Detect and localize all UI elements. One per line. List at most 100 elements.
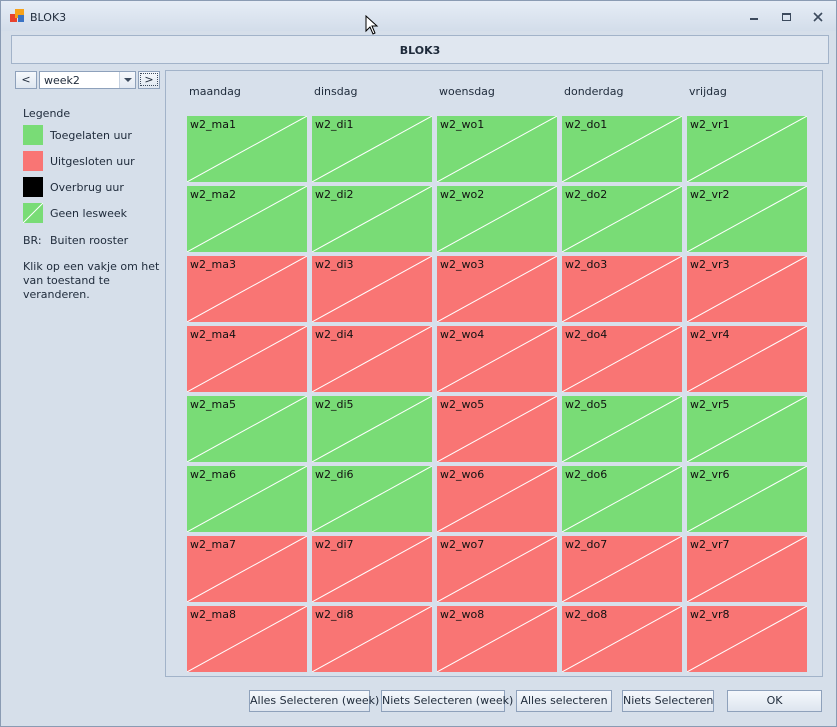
dialog-window: BLOK3 BLOK3 < week2 > Legende Toegelaten…: [0, 0, 837, 727]
schedule-cell[interactable]: w2_ma6: [187, 466, 307, 532]
select-none-week-button[interactable]: Niets Selecteren (week): [381, 690, 513, 712]
schedule-cell[interactable]: w2_ma8: [187, 606, 307, 672]
close-button[interactable]: [807, 8, 829, 26]
schedule-cell[interactable]: w2_vr4: [687, 326, 807, 392]
schedule-cell[interactable]: w2_do5: [562, 396, 682, 462]
schedule-cell[interactable]: w2_wo2: [437, 186, 557, 252]
schedule-cell-label: w2_wo1: [440, 118, 485, 131]
schedule-cell[interactable]: w2_di2: [312, 186, 432, 252]
schedule-cell[interactable]: w2_wo5: [437, 396, 557, 462]
schedule-cell[interactable]: w2_ma3: [187, 256, 307, 322]
schedule-cell[interactable]: w2_do1: [562, 116, 682, 182]
schedule-cell[interactable]: w2_do7: [562, 536, 682, 602]
select-none-button[interactable]: Niets Selecteren: [622, 690, 714, 712]
schedule-cell[interactable]: w2_do2: [562, 186, 682, 252]
next-week-label: >: [140, 73, 158, 86]
legend-br-key: BR:: [23, 234, 42, 247]
legend-swatch-allowed: [23, 125, 43, 145]
day-header-dinsdag: dinsdag: [314, 85, 358, 98]
schedule-cell-label: w2_ma3: [190, 258, 236, 271]
schedule-cell[interactable]: w2_di4: [312, 326, 432, 392]
select-all-week-button[interactable]: Alles Selecteren (week): [249, 690, 379, 712]
schedule-cell-label: w2_wo8: [440, 608, 485, 621]
schedule-cell-label: w2_di2: [315, 188, 354, 201]
legend-swatch-bridge: [23, 177, 43, 197]
schedule-cell-label: w2_ma5: [190, 398, 236, 411]
schedule-cell-label: w2_di3: [315, 258, 354, 271]
schedule-cell-label: w2_vr6: [690, 468, 730, 481]
schedule-cell[interactable]: w2_di1: [312, 116, 432, 182]
legend-label-excluded: Uitgesloten uur: [50, 155, 135, 168]
schedule-cell-label: w2_do7: [565, 538, 608, 551]
schedule-cell[interactable]: w2_di8: [312, 606, 432, 672]
schedule-cell[interactable]: w2_wo8: [437, 606, 557, 672]
schedule-cell[interactable]: w2_ma7: [187, 536, 307, 602]
schedule-cell[interactable]: w2_vr1: [687, 116, 807, 182]
ok-button[interactable]: OK: [727, 690, 822, 712]
schedule-cell-label: w2_di1: [315, 118, 354, 131]
maximize-button[interactable]: [775, 8, 797, 26]
schedule-cell[interactable]: w2_do8: [562, 606, 682, 672]
day-header-maandag: maandag: [189, 85, 241, 98]
schedule-cell[interactable]: w2_ma2: [187, 186, 307, 252]
schedule-cell-label: w2_do1: [565, 118, 608, 131]
schedule-cell-label: w2_ma4: [190, 328, 236, 341]
schedule-cell[interactable]: w2_di7: [312, 536, 432, 602]
legend-item-no-lesson-week: Geen lesweek: [22, 202, 163, 224]
schedule-cell[interactable]: w2_vr5: [687, 396, 807, 462]
schedule-cell[interactable]: w2_wo3: [437, 256, 557, 322]
schedule-cell[interactable]: w2_ma4: [187, 326, 307, 392]
schedule-cell[interactable]: w2_wo6: [437, 466, 557, 532]
previous-week-button[interactable]: <: [15, 71, 37, 89]
schedule-cell[interactable]: w2_vr2: [687, 186, 807, 252]
legend-label-allowed: Toegelaten uur: [50, 129, 132, 142]
schedule-cell-label: w2_vr8: [690, 608, 730, 621]
next-week-button[interactable]: >: [138, 71, 160, 89]
help-text: Klik op een vakje om het van toestand te…: [23, 260, 160, 301]
day-header-vrijdag: vrijdag: [689, 85, 727, 98]
schedule-cell-label: w2_do4: [565, 328, 608, 341]
legend-title: Legende: [23, 107, 71, 120]
mouse-cursor-icon: [365, 15, 379, 35]
schedule-cell[interactable]: w2_vr3: [687, 256, 807, 322]
schedule-cell[interactable]: w2_di6: [312, 466, 432, 532]
schedule-cell-label: w2_wo5: [440, 398, 485, 411]
schedule-cell-label: w2_vr7: [690, 538, 730, 551]
select-all-button[interactable]: Alles selecteren: [516, 690, 612, 712]
schedule-cell[interactable]: w2_wo1: [437, 116, 557, 182]
schedule-cell-label: w2_vr4: [690, 328, 730, 341]
schedule-cell[interactable]: w2_ma1: [187, 116, 307, 182]
schedule-cell[interactable]: w2_do3: [562, 256, 682, 322]
minimize-button[interactable]: [743, 8, 765, 26]
schedule-cell[interactable]: w2_do6: [562, 466, 682, 532]
schedule-cell-label: w2_do5: [565, 398, 608, 411]
day-header-woensdag: woensdag: [439, 85, 495, 98]
schedule-cell-label: w2_ma2: [190, 188, 236, 201]
schedule-cell-label: w2_vr3: [690, 258, 730, 271]
week-dropdown-value: week2: [44, 74, 80, 87]
window-title: BLOK3: [30, 11, 67, 24]
schedule-cell-label: w2_di8: [315, 608, 354, 621]
maximize-icon: [781, 13, 791, 21]
schedule-cell[interactable]: w2_do4: [562, 326, 682, 392]
schedule-cell-label: w2_di7: [315, 538, 354, 551]
schedule-cell-label: w2_vr2: [690, 188, 730, 201]
chevron-down-icon[interactable]: [119, 72, 135, 88]
schedule-cell[interactable]: w2_vr8: [687, 606, 807, 672]
schedule-cell[interactable]: w2_ma5: [187, 396, 307, 462]
schedule-cell[interactable]: w2_wo7: [437, 536, 557, 602]
schedule-cell-label: w2_ma8: [190, 608, 236, 621]
schedule-cell[interactable]: w2_vr6: [687, 466, 807, 532]
app-logo-icon: [10, 9, 26, 23]
legend-label-no-lesson-week: Geen lesweek: [50, 207, 127, 220]
schedule-cell[interactable]: w2_di5: [312, 396, 432, 462]
schedule-cell-label: w2_di4: [315, 328, 354, 341]
schedule-cell[interactable]: w2_di3: [312, 256, 432, 322]
day-header-donderdag: donderdag: [564, 85, 624, 98]
title-bar[interactable]: BLOK3: [1, 1, 836, 35]
legend-swatch-excluded: [23, 151, 43, 171]
schedule-cell[interactable]: w2_wo4: [437, 326, 557, 392]
schedule-cell[interactable]: w2_vr7: [687, 536, 807, 602]
legend-label-bridge: Overbrug uur: [50, 181, 124, 194]
week-dropdown[interactable]: week2: [39, 71, 136, 89]
